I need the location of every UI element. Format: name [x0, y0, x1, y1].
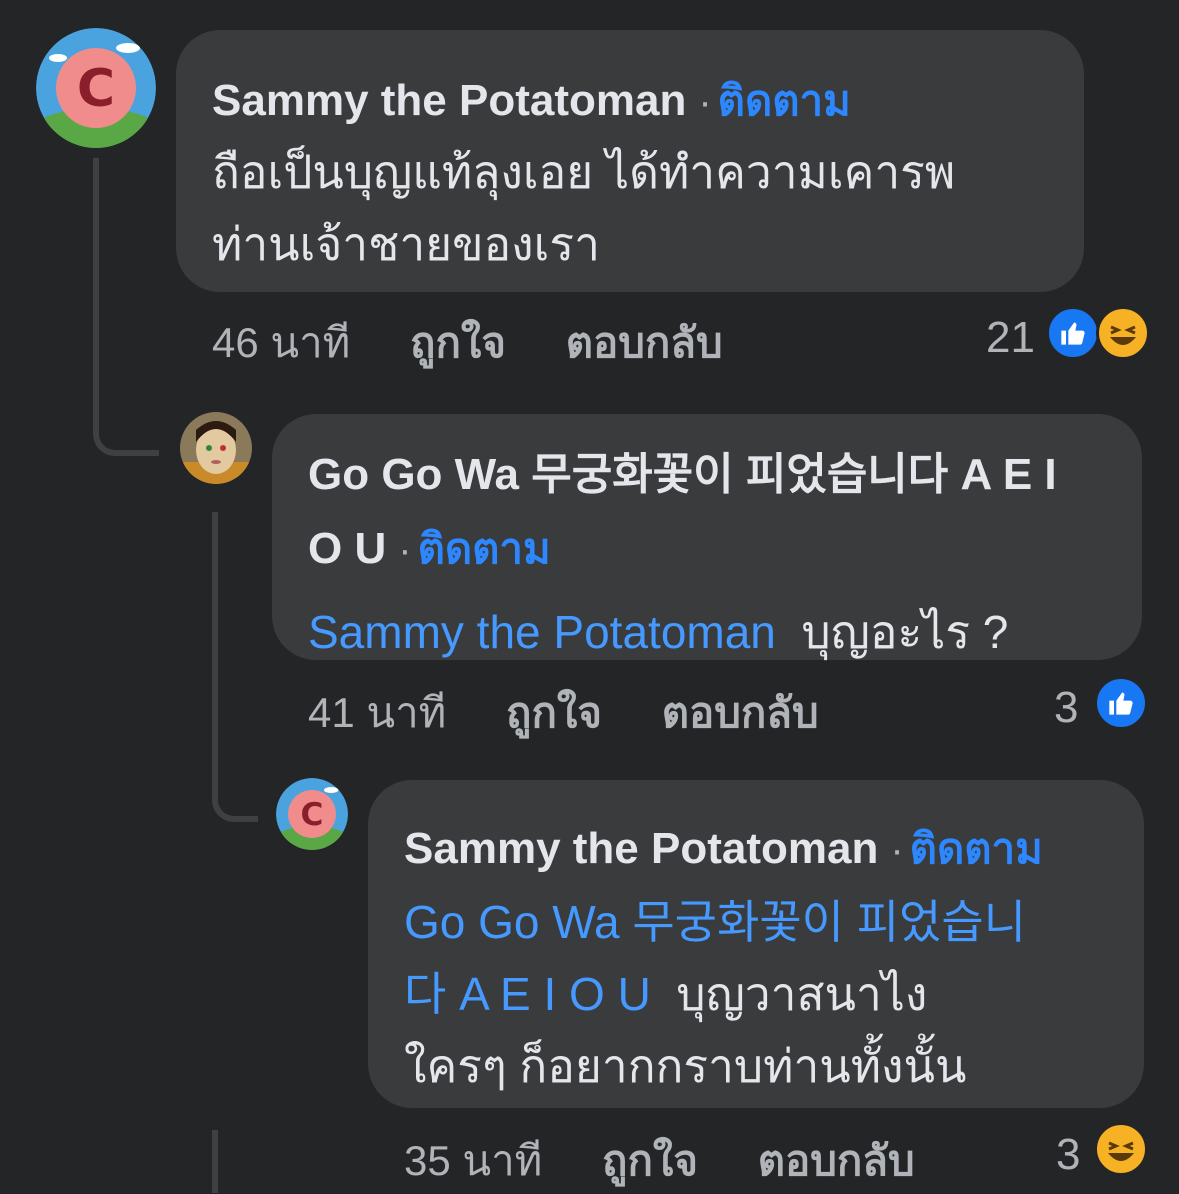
comment-text-line: ท่านเจ้าชายของเรา: [212, 218, 600, 270]
comment-bubble: Go Go Wa 무궁화꽃이 피었습니다 A E I O U · ติดตาม Sa…: [272, 414, 1142, 660]
comment-text-line: ถือเป็นบุญแท้ลุงเอย ได้ทำความเคารพ: [212, 146, 956, 198]
reaction-count[interactable]: 3: [1054, 683, 1078, 733]
comment-text: Go Go Wa 무궁화꽃이 피었습니 다 A E I O U บุญวาสนา…: [404, 886, 1144, 1102]
mention-link[interactable]: Go Go Wa 무궁화꽃이 피었습니: [404, 886, 1144, 958]
reply-button[interactable]: ตอบกลับ: [758, 1137, 915, 1184]
mention-link[interactable]: Sammy the Potatoman: [308, 606, 776, 658]
svg-text:C: C: [77, 59, 115, 119]
thread-line-reply-bottom: [212, 1130, 218, 1193]
comment-bubble: Sammy the Potatoman · ติดตาม ถือเป็นบุญแท้…: [176, 30, 1084, 292]
author-name[interactable]: Go Go Wa 무궁화꽃이 피었습니다 A E I: [308, 438, 1142, 512]
comment-text-body: บุญวาสนาไง: [676, 968, 928, 1020]
follow-button[interactable]: ติดตาม: [718, 77, 851, 124]
reaction-count[interactable]: 3: [1056, 1130, 1080, 1180]
comment-meta: 35 นาที ถูกใจ ตอบกลับ: [404, 1128, 915, 1194]
reaction-count[interactable]: 21: [986, 313, 1035, 363]
like-icon: [1046, 306, 1100, 360]
avatar[interactable]: C: [36, 28, 156, 148]
reply-button[interactable]: ตอบกลับ: [662, 689, 819, 736]
follow-button[interactable]: ติดตาม: [910, 825, 1043, 872]
like-button[interactable]: ถูกใจ: [410, 319, 506, 366]
thread-line-main: [93, 158, 99, 398]
separator-dot: ·: [698, 80, 712, 124]
reply-button[interactable]: ตอบกลับ: [566, 319, 723, 366]
timestamp[interactable]: 41 นาที: [308, 689, 446, 736]
timestamp[interactable]: 35 นาที: [404, 1137, 542, 1184]
avatar[interactable]: C: [276, 778, 348, 850]
comment-meta: 46 นาที ถูกใจ ตอบกลับ: [212, 310, 723, 376]
separator-dot: ·: [398, 528, 412, 572]
comment-meta: 41 นาที ถูกใจ ตอบกลับ: [308, 680, 819, 746]
author-name[interactable]: Sammy the Potatoman: [404, 824, 878, 873]
like-icon: [1094, 676, 1148, 730]
avatar[interactable]: [180, 412, 252, 484]
author-name[interactable]: Sammy the Potatoman: [212, 76, 686, 125]
comment-text: Sammy the Potatoman บุญอะไร ?: [308, 596, 1142, 668]
follow-button[interactable]: ติดตาม: [418, 525, 551, 572]
svg-text:C: C: [301, 797, 324, 833]
comment-text-line: ใครๆ ก็อยากกราบท่านทั้งนั้น: [404, 1040, 967, 1092]
haha-icon: [1094, 1122, 1148, 1176]
comment-text: ถือเป็นบุญแท้ลุงเอย ได้ทำความเคารพ ท่านเ…: [212, 136, 1084, 280]
thread-line-reply: [212, 512, 218, 782]
haha-icon: [1096, 306, 1150, 360]
comment-bubble: Sammy the Potatoman · ติดตาม Go Go Wa 무궁화꽃…: [368, 780, 1144, 1108]
like-button[interactable]: ถูกใจ: [602, 1137, 698, 1184]
comment-text-body: บุญอะไร ?: [801, 606, 1009, 658]
thread-curve-2: [212, 760, 258, 822]
mention-link-continued[interactable]: 다 A E I O U: [404, 968, 651, 1020]
like-button[interactable]: ถูกใจ: [506, 689, 602, 736]
separator-dot: ·: [890, 828, 904, 872]
thread-curve-1: [93, 380, 159, 456]
author-name-continued[interactable]: O U: [308, 524, 386, 573]
timestamp[interactable]: 46 นาที: [212, 319, 350, 366]
